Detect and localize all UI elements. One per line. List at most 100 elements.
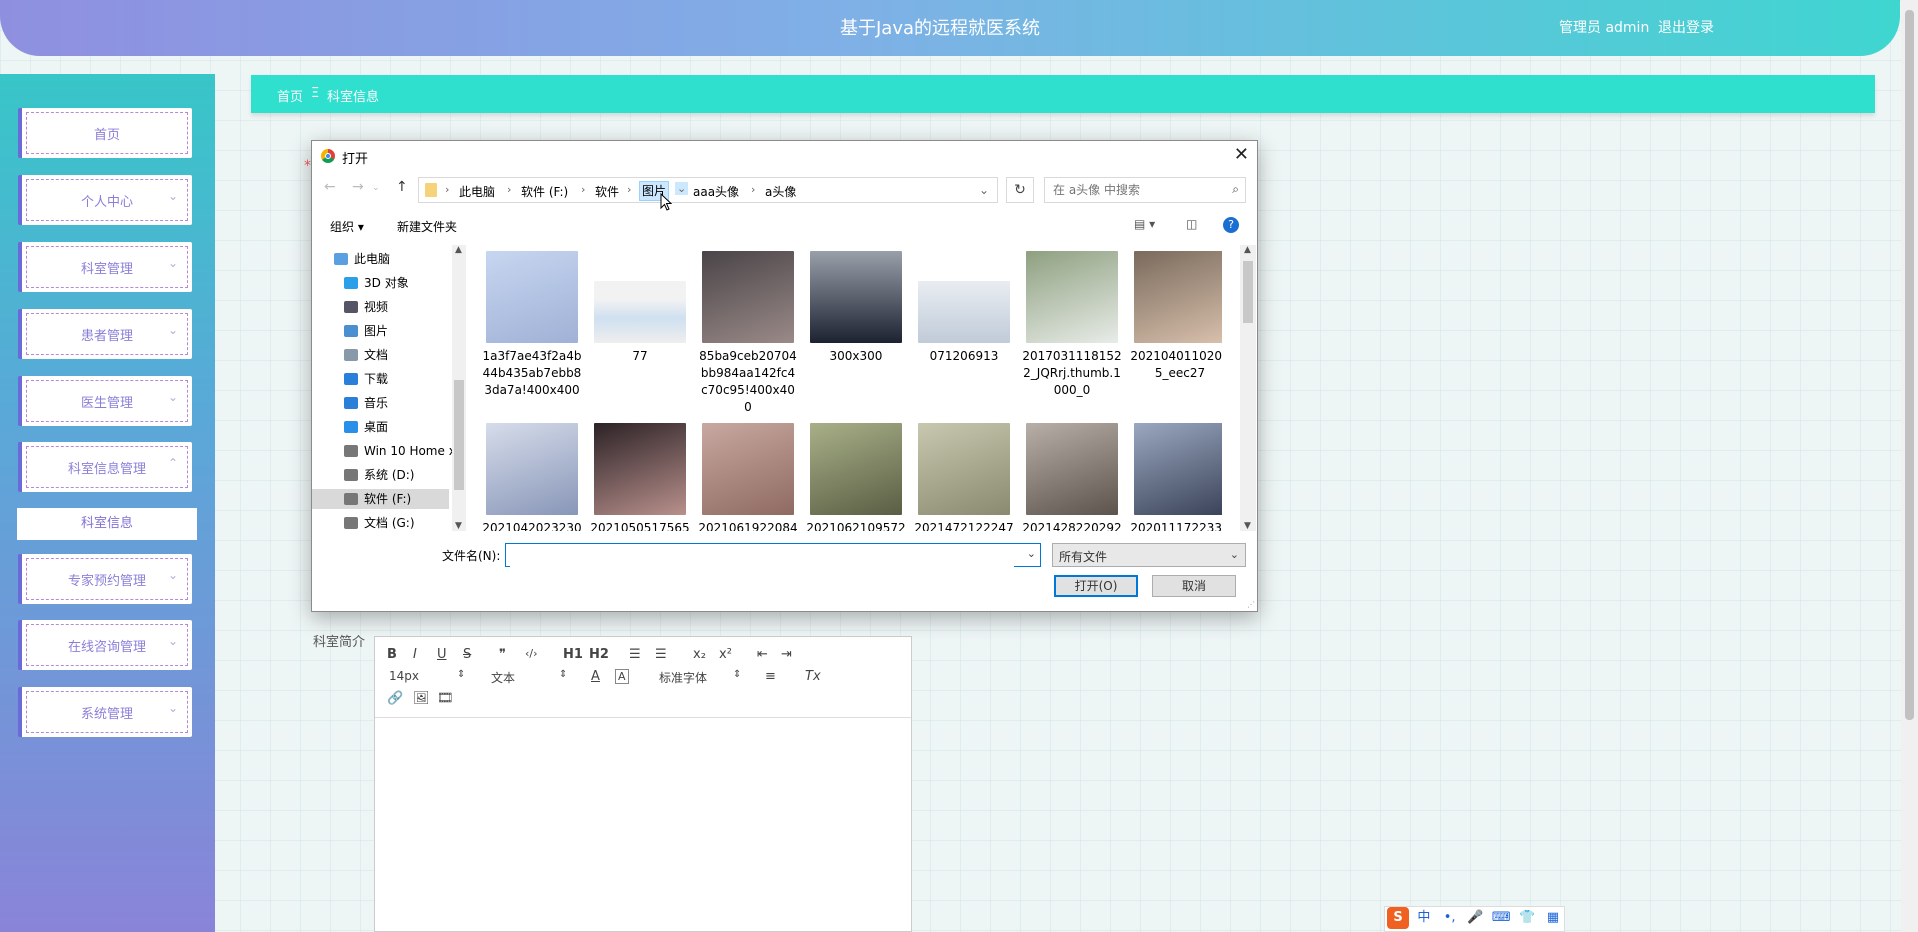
font-size-select[interactable]: 14px (389, 669, 419, 683)
outdent-button[interactable]: ⇤ (757, 647, 768, 662)
tree-item[interactable]: 此电脑 (334, 249, 390, 269)
search-field[interactable]: ⌕ (1044, 177, 1246, 203)
close-icon[interactable]: ✕ (1234, 144, 1249, 165)
path-segment[interactable]: 此电脑 (459, 183, 495, 200)
tree-item[interactable]: 下载 (344, 369, 388, 389)
sidebar-item-home[interactable]: 首页 (18, 108, 192, 158)
page-scrollbar[interactable] (1901, 0, 1918, 932)
superscript-button[interactable]: x² (719, 647, 732, 662)
link-icon[interactable]: 🔗 (387, 691, 403, 706)
tree-item[interactable]: 视频 (344, 297, 388, 317)
chevron-down-icon[interactable]: ⌄ (1027, 547, 1036, 560)
file-item[interactable]: 2020111722330 (1130, 423, 1222, 531)
scroll-down-icon[interactable]: ▼ (455, 521, 462, 531)
underline-button[interactable]: U (437, 647, 447, 662)
tree-item[interactable]: 文档 (344, 345, 388, 365)
ime-mode[interactable]: 中 (1413, 907, 1435, 929)
path-segment[interactable]: a头像 (765, 183, 796, 200)
scroll-up-icon[interactable]: ▲ (455, 245, 462, 255)
sidebar-item-system[interactable]: 系统管理 ⌄ (18, 687, 192, 737)
file-item[interactable]: 77 (590, 251, 690, 365)
strike-button[interactable]: S (463, 647, 471, 662)
sidebar-item-department[interactable]: 科室管理 ⌄ (18, 242, 192, 292)
file-item[interactable]: 300x300 (806, 251, 906, 365)
file-grid-scrollbar-thumb[interactable] (1243, 261, 1253, 323)
sidebar-subitem-department-info[interactable]: 科室信息 (17, 508, 197, 540)
sidebar-item-patient[interactable]: 患者管理 ⌄ (18, 309, 192, 359)
organize-button[interactable]: 组织 ▾ (330, 218, 364, 235)
tree-scrollbar[interactable]: ▲ ▼ (452, 245, 466, 531)
rich-text-editor[interactable]: B I U S ❞ ‹/› H1 H2 ☰ ☰ x₂ x² ⇤ ⇥ 14px ⇕… (374, 636, 912, 932)
view-options-icon[interactable]: ▤ ▾ (1134, 217, 1155, 231)
file-grid-scrollbar[interactable]: ▲ ▼ (1240, 245, 1256, 531)
sidebar-item-appointment[interactable]: 专家预约管理 ⌄ (18, 554, 192, 604)
tree-item[interactable]: 图片 (344, 321, 388, 341)
background-color-icon[interactable]: A (615, 669, 629, 684)
path-segment[interactable]: aaa头像 (693, 183, 739, 200)
file-item[interactable]: 1a3f7ae43f2a4b44b435ab7ebb83da7a!400x400 (482, 251, 582, 399)
address-bar[interactable]: › 此电脑 › 软件 (F:) › 软件 › 图片 ⌄ aaa头像 › a头像 … (418, 177, 998, 203)
page-scrollbar-thumb[interactable] (1905, 10, 1914, 720)
new-folder-button[interactable]: 新建文件夹 (397, 218, 457, 235)
file-item[interactable]: 2021042023230 (482, 423, 582, 531)
scroll-up-icon[interactable]: ▲ (1244, 245, 1251, 255)
chevron-down-icon[interactable]: ⌄ (979, 183, 989, 197)
search-input[interactable] (1051, 182, 1220, 198)
sidebar-item-consultation[interactable]: 在线咨询管理 ⌄ (18, 620, 192, 670)
sidebar-item-doctor[interactable]: 医生管理 ⌄ (18, 376, 192, 426)
tree-item[interactable]: 3D 对象 (344, 273, 409, 293)
sidebar-item-department-info[interactable]: 科室信息管理 ⌃ (18, 442, 192, 492)
resize-grip-icon[interactable]: ⋰ (1247, 600, 1255, 609)
video-icon[interactable]: 🎞 (437, 691, 454, 706)
file-item[interactable]: 2021472122247 (914, 423, 1014, 531)
tree-item[interactable]: 文档 (G:) (344, 513, 415, 531)
file-item[interactable]: 2021050517565 (590, 423, 690, 531)
forward-icon[interactable]: → (352, 179, 364, 195)
code-button[interactable]: ‹/› (525, 647, 538, 660)
file-item[interactable]: 85ba9ceb20704bb984aa142fc4c70c95!400x400 (698, 251, 798, 416)
help-icon[interactable]: ? (1223, 217, 1239, 233)
sidebar-item-profile[interactable]: 个人中心 ⌄ (18, 175, 192, 225)
up-icon[interactable]: ↑ (396, 179, 408, 195)
file-item[interactable]: 071206913 (914, 251, 1014, 365)
image-icon[interactable]: 🖼 (413, 691, 430, 706)
logout-link[interactable]: 退出登录 (1658, 17, 1714, 37)
keyboard-icon[interactable]: ⌨ (1490, 907, 1512, 929)
scroll-down-icon[interactable]: ▼ (1244, 521, 1251, 531)
file-type-select[interactable]: 所有文件 ⌄ (1052, 543, 1246, 567)
refresh-button[interactable]: ↻ (1006, 177, 1034, 203)
subscript-button[interactable]: x₂ (693, 647, 706, 662)
toolbox-icon[interactable]: ▦ (1542, 907, 1564, 929)
font-color-icon[interactable]: A (591, 669, 600, 684)
tree-scrollbar-thumb[interactable] (454, 380, 464, 490)
path-segment[interactable]: 软件 (F:) (521, 183, 568, 200)
align-button[interactable]: ≡ (765, 669, 776, 684)
h2-button[interactable]: H2 (589, 647, 609, 662)
chevron-down-icon[interactable]: ⌄ (675, 182, 689, 195)
filename-field[interactable]: ⌄ (505, 543, 1041, 567)
microphone-icon[interactable]: 🎤 (1464, 907, 1486, 929)
bullet-list-button[interactable]: ☰ (655, 647, 667, 662)
quote-button[interactable]: ❞ (499, 647, 506, 662)
tree-item[interactable]: 桌面 (344, 417, 388, 437)
font-family-select[interactable]: 标准字体 (659, 669, 707, 686)
clear-format-button[interactable]: Tx (805, 669, 821, 684)
punctuation-icon[interactable]: •, (1439, 907, 1461, 929)
italic-button[interactable]: I (413, 647, 417, 662)
back-icon[interactable]: ← (324, 179, 336, 195)
text-type-select[interactable]: 文本 (491, 669, 515, 686)
ordered-list-button[interactable]: ☰ (629, 647, 641, 662)
indent-button[interactable]: ⇥ (781, 647, 792, 662)
sogou-logo-icon[interactable]: S (1387, 907, 1409, 929)
preview-pane-icon[interactable]: ◫ (1186, 217, 1197, 231)
tree-item[interactable]: Win 10 Home x (344, 441, 456, 461)
skin-icon[interactable]: 👕 (1516, 907, 1538, 929)
path-segment[interactable]: 软件 (595, 183, 619, 200)
file-item[interactable]: 2021061922084 (698, 423, 798, 531)
cancel-button[interactable]: 取消 (1152, 575, 1236, 597)
file-item[interactable]: 20210401102025_eec27 (1130, 251, 1222, 382)
recent-dropdown-icon[interactable]: ⌄ (372, 183, 380, 193)
filename-input[interactable] (510, 545, 1014, 567)
tree-item[interactable]: 音乐 (344, 393, 388, 413)
file-item[interactable]: 2021428220292 (1022, 423, 1122, 531)
